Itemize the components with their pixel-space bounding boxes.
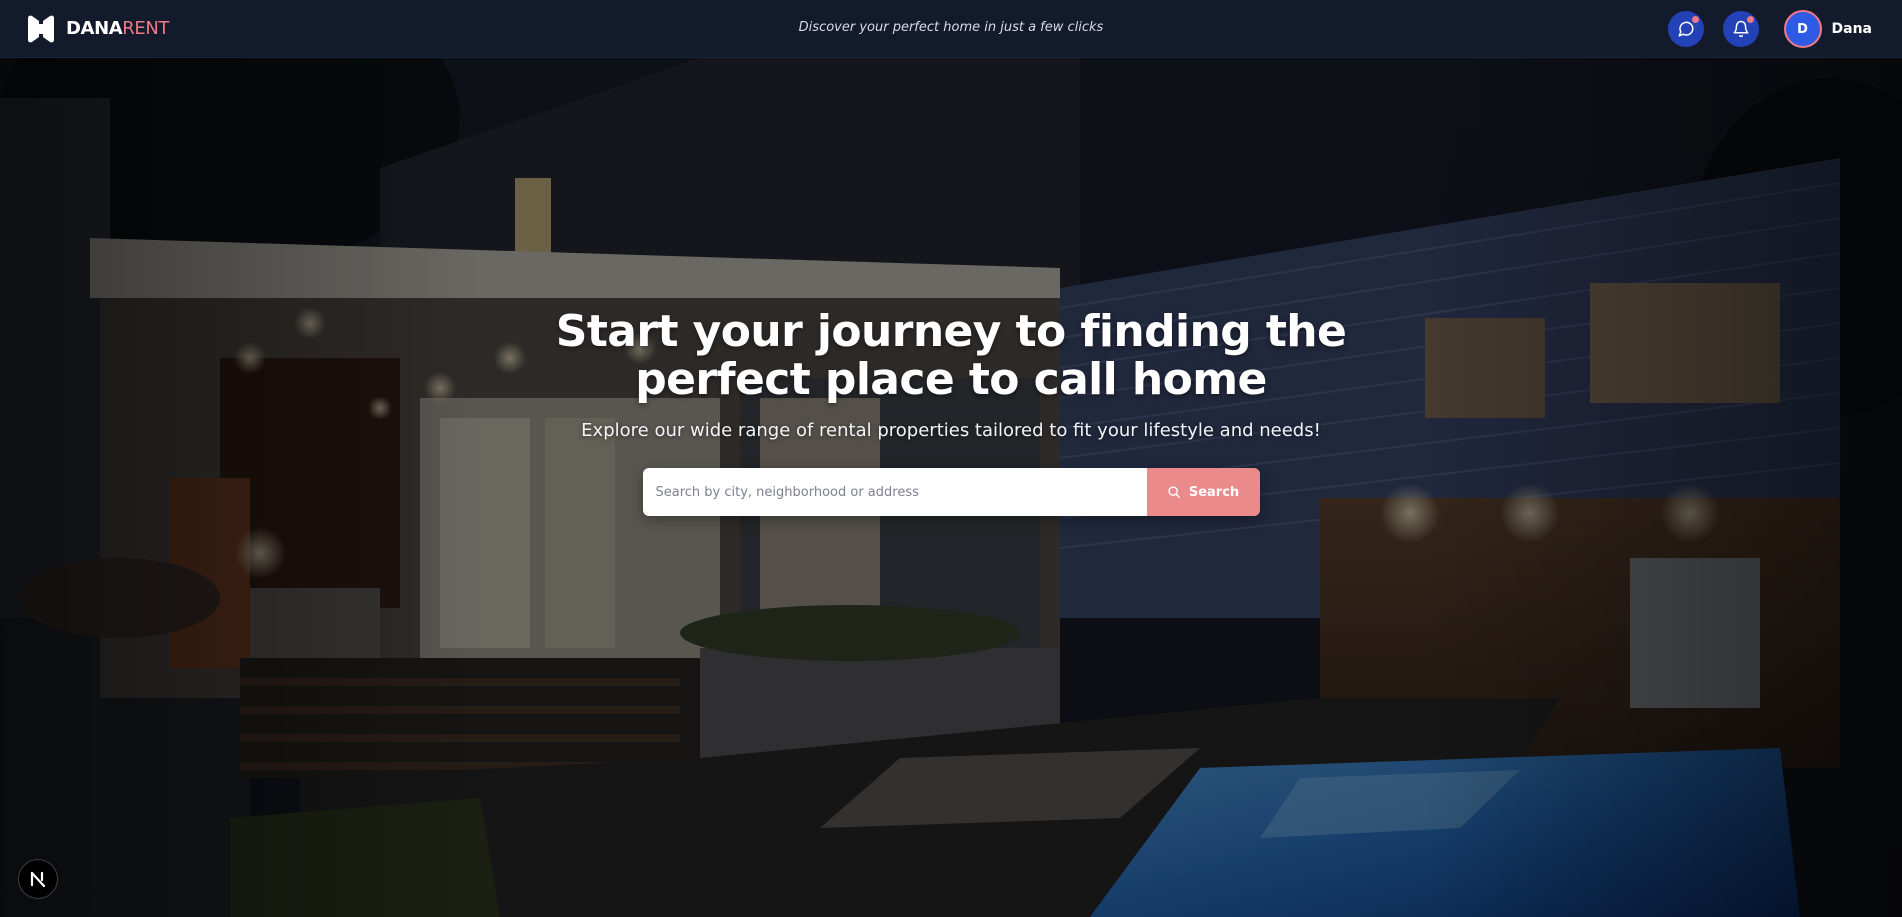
header-actions: D Dana <box>1667 10 1872 48</box>
brand-name-light: RENT <box>122 18 170 39</box>
notifications-unread-dot <box>1746 16 1754 23</box>
messages-unread-dot <box>1691 16 1699 23</box>
bell-icon <box>1733 20 1749 38</box>
hero-content: Start your journey to finding the perfec… <box>0 308 1902 516</box>
messages-button[interactable] <box>1667 11 1704 47</box>
bowtie-logo-icon <box>28 15 54 43</box>
dev-tools-badge[interactable] <box>18 859 58 899</box>
user-profile-menu[interactable]: D Dana <box>1783 10 1872 48</box>
avatar: D <box>1783 10 1822 48</box>
search-bar: Search <box>642 468 1260 516</box>
top-navigation: DANARENT Discover your perfect home in j… <box>0 0 1902 58</box>
search-button-label: Search <box>1188 484 1240 500</box>
hero-subtitle: Explore our wide range of rental propert… <box>581 420 1321 441</box>
brand-name: DANARENT <box>66 15 169 43</box>
brand-name-bold: DANA <box>66 18 123 39</box>
user-name: Dana <box>1831 21 1872 37</box>
search-input[interactable] <box>642 468 1147 516</box>
nextjs-logo-icon <box>30 871 46 888</box>
search-button[interactable]: Search <box>1146 468 1260 516</box>
notifications-button[interactable] <box>1722 11 1759 47</box>
header-tagline: Discover your perfect home in just a few… <box>798 20 1104 35</box>
brand-logo[interactable]: DANARENT <box>26 15 169 43</box>
search-icon <box>1168 486 1180 498</box>
chat-bubble-icon <box>1678 21 1694 37</box>
hero-title: Start your journey to finding the perfec… <box>555 306 1347 405</box>
hero-section: Start your journey to finding the perfec… <box>0 58 1902 917</box>
